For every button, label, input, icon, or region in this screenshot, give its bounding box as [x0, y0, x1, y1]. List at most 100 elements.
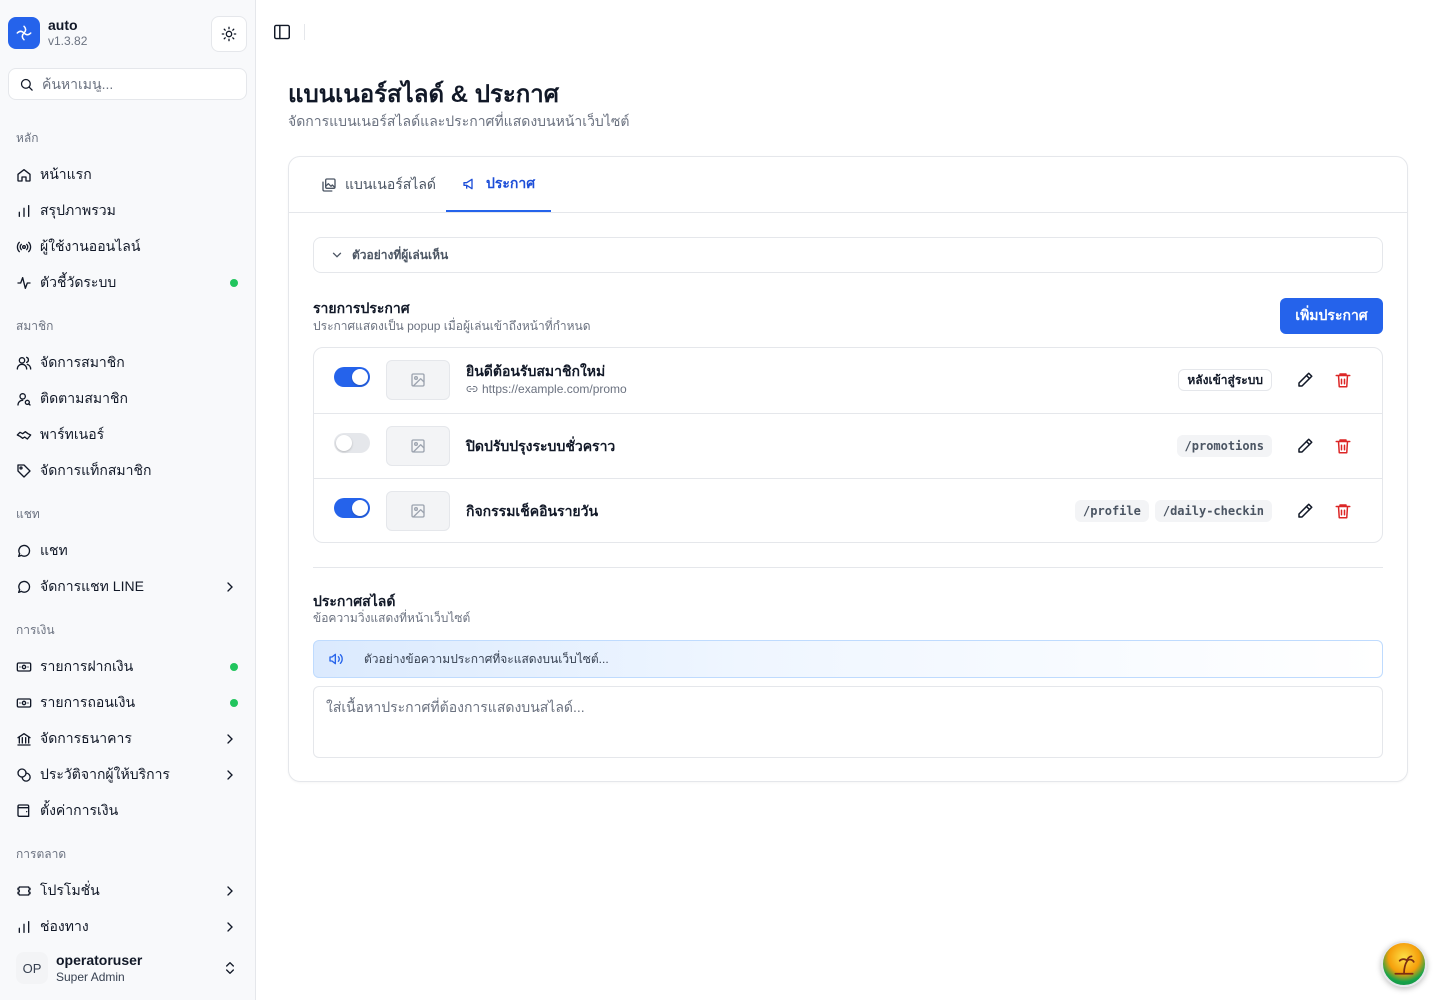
chevron-right-icon — [227, 770, 233, 780]
chevron-right-icon — [227, 886, 233, 896]
tab-bar: แบนเนอร์สไลด์ ประกาศ — [289, 157, 1407, 213]
sidebar-item[interactable]: รายการถอนเงิน — [8, 687, 248, 719]
announcement-title: ยินดีต้อนรับสมาชิกใหม่ — [466, 363, 606, 379]
announcement-thumbnail — [386, 360, 450, 400]
image-placeholder-icon — [411, 439, 425, 453]
sidebar-item-label: จัดการธนาคาร — [40, 730, 132, 746]
megaphone-icon — [463, 178, 473, 189]
sidebar-item-icon — [16, 695, 32, 711]
delete-button[interactable] — [1334, 371, 1352, 389]
sidebar-item[interactable]: ติดตามสมาชิก — [8, 383, 248, 415]
player-preview-toggle[interactable]: ตัวอย่างที่ผู้เล่นเห็น — [313, 237, 1383, 273]
sidebar-item-label: ประวัติจากผู้ให้บริการ — [40, 766, 170, 782]
sidebar-item[interactable]: ตัวชี้วัดระบบ — [8, 267, 248, 299]
sidebar-item[interactable]: รายการฝากเงิน — [8, 651, 248, 683]
sidebar-item[interactable]: หน้าแรก — [8, 159, 248, 191]
announcement-row: กิจกรรมเช็คอินรายวัน/profile/daily-check… — [314, 478, 1382, 542]
enable-toggle[interactable] — [334, 367, 370, 387]
add-announcement-button[interactable]: เพิ่มประกาศ — [1280, 298, 1383, 334]
toggle-knob — [336, 435, 352, 451]
floating-assistant-button[interactable] — [1381, 941, 1427, 987]
tab-banner-slide[interactable]: แบนเนอร์สไลด์ — [321, 157, 436, 212]
sidebar-item[interactable]: ผู้ใช้งานออนไลน์ — [8, 231, 248, 263]
page-badges: /profile/daily-checkin — [1075, 500, 1272, 522]
sidebar-item-icon — [16, 275, 32, 291]
sidebar-item[interactable]: ตั้งค่าการเงิน — [8, 795, 248, 827]
sidebar-item[interactable]: โปรโมชั่น — [8, 875, 248, 907]
sidebar-item-icon — [16, 767, 32, 783]
sidebar-item-icon — [16, 167, 32, 183]
edit-button[interactable] — [1296, 371, 1314, 389]
app-version: v1.3.82 — [48, 34, 88, 48]
sidebar-item-label: ตัวชี้วัดระบบ — [40, 274, 117, 290]
search-input[interactable] — [42, 76, 222, 92]
app-name: auto — [48, 17, 78, 33]
sidebar-item-label: รายการฝากเงิน — [40, 658, 134, 674]
sidebar-group-label: หลัก — [16, 131, 39, 145]
pencil-icon — [1298, 438, 1313, 453]
ticket-icon — [17, 886, 31, 896]
menu-search[interactable] — [8, 68, 247, 100]
activity-icon — [17, 277, 31, 289]
announcement-thumbnail — [386, 426, 450, 466]
edit-button[interactable] — [1296, 437, 1314, 455]
sidebar-item[interactable]: พาร์ทเนอร์ — [8, 419, 248, 451]
announcement-row: ปิดปรับปรุงระบบชั่วคราว/promotions — [314, 413, 1382, 478]
chevron-down-icon — [332, 252, 342, 258]
page-badges: หลังเข้าสู่ระบบ — [1178, 369, 1272, 391]
panel-left-icon — [274, 24, 290, 40]
content-card: แบนเนอร์สไลด์ ประกาศ ตัวอย่างที่ผู้เล่นเ… — [288, 156, 1408, 782]
enable-toggle[interactable] — [334, 433, 370, 453]
user-menu[interactable]: OP operatoruser Super Admin — [8, 946, 248, 990]
bar-chart-icon — [18, 205, 30, 217]
sidebar-item-icon — [16, 355, 32, 371]
avatar: OP — [16, 952, 48, 984]
wallet-icon — [17, 804, 30, 817]
sidebar-item-label: จัดการแชท LINE — [40, 578, 144, 594]
sidebar-item-label: ติดตามสมาชิก — [40, 390, 128, 406]
handshake-icon — [16, 431, 32, 440]
sidebar-item[interactable]: ช่องทาง — [8, 911, 248, 943]
chevron-right-icon — [227, 582, 233, 592]
announcement-link[interactable]: https://example.com/promo — [466, 381, 627, 397]
sidebar-item-label: ตั้งค่าการเงิน — [40, 802, 119, 818]
edit-button[interactable] — [1296, 502, 1314, 520]
image-placeholder-icon — [411, 373, 425, 387]
chat-icon — [18, 580, 31, 593]
page-badge: /profile — [1075, 500, 1149, 522]
sidebar-item[interactable]: ประวัติจากผู้ให้บริการ — [8, 759, 248, 791]
slide-announcement-input[interactable] — [313, 686, 1383, 758]
announcement-row: ยินดีต้อนรับสมาชิกใหม่ https://example.co… — [314, 348, 1382, 413]
toggle-knob — [352, 369, 368, 385]
enable-toggle[interactable] — [334, 498, 370, 518]
home-icon — [17, 169, 31, 182]
announcement-title: ปิดปรับปรุงระบบชั่วคราว — [466, 438, 616, 454]
page-badge: /daily-checkin — [1154, 500, 1272, 522]
page-title: แบนเนอร์สไลด์ & ประกาศ — [288, 81, 559, 108]
delete-button[interactable] — [1334, 502, 1352, 520]
sidebar-item[interactable]: จัดการแชท LINE — [8, 571, 248, 603]
sidebar-item[interactable]: แชท — [8, 535, 248, 567]
brand[interactable]: auto v1.3.82 — [8, 17, 87, 49]
sidebar-item-icon — [16, 463, 32, 479]
trash-icon — [1335, 439, 1351, 454]
sidebar-item[interactable]: จัดการสมาชิก — [8, 347, 248, 379]
announcement-list-title: รายการประกาศ — [313, 300, 410, 316]
sidebar-item-label: แชท — [40, 542, 68, 558]
pencil-icon — [1298, 503, 1313, 518]
sidebar-item-label: พาร์ทเนอร์ — [40, 426, 105, 442]
slide-announcement-title: ประกาศสไลด์ — [313, 593, 396, 609]
delete-button[interactable] — [1334, 437, 1352, 455]
sidebar-item-icon — [16, 919, 32, 935]
theme-toggle-button[interactable] — [211, 16, 247, 52]
sidebar-group-label: สมาชิก — [16, 319, 54, 333]
sidebar-item-label: จัดการแท็กสมาชิก — [40, 462, 152, 478]
sun-icon — [221, 26, 237, 42]
sidebar-item[interactable]: จัดการแท็กสมาชิก — [8, 455, 248, 487]
announcement-link-text: https://example.com/promo — [482, 382, 627, 396]
tab-announcement[interactable]: ประกาศ — [446, 157, 552, 212]
sidebar-item[interactable]: จัดการธนาคาร — [8, 723, 248, 755]
volume-icon — [329, 653, 343, 665]
sidebar-item[interactable]: สรุปภาพรวม — [8, 195, 248, 227]
toggle-sidebar-button[interactable] — [272, 23, 292, 41]
